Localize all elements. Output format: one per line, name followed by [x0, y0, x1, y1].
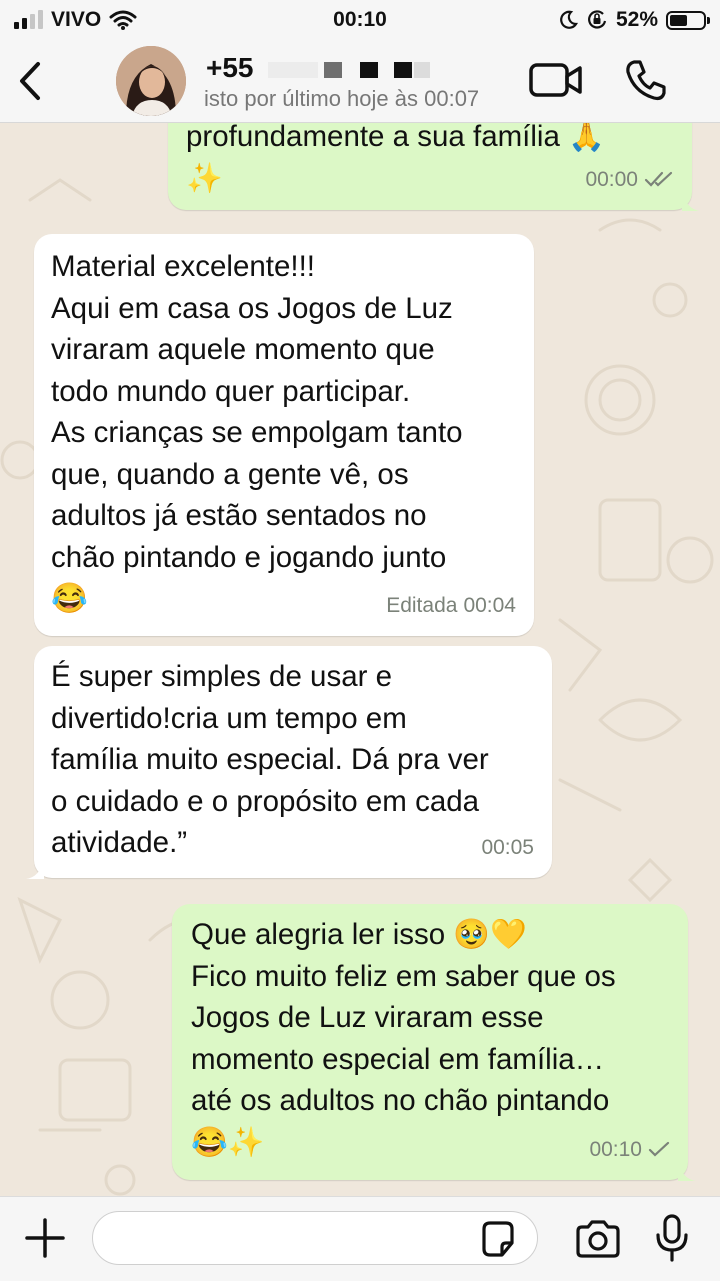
- bubble-tail: [682, 191, 700, 211]
- message-bubble-outgoing[interactable]: Que alegria ler isso 🥹💛 Fico muito feliz…: [172, 904, 696, 1181]
- message-time: 00:00: [585, 167, 638, 191]
- sticker-icon[interactable]: [478, 1219, 518, 1259]
- video-camera-icon[interactable]: [528, 60, 584, 100]
- double-check-icon: [644, 172, 673, 187]
- battery-icon: [666, 10, 710, 30]
- single-check-icon: [648, 1142, 670, 1157]
- bubble-tail: [678, 1161, 696, 1181]
- message-text: Material excelente!!! Aqui em casa os Jo…: [51, 250, 463, 615]
- avatar[interactable]: [116, 46, 186, 116]
- message-input[interactable]: [92, 1211, 538, 1265]
- message-meta: 00:05: [481, 827, 534, 869]
- microphone-icon[interactable]: [654, 1213, 690, 1263]
- chevron-left-icon[interactable]: [14, 58, 50, 104]
- message-text: É super simples de usar e divertido!cria…: [51, 660, 489, 859]
- message-time: 00:10: [589, 1137, 642, 1161]
- message-time: 00:04: [463, 593, 516, 617]
- orientation-lock-icon: [588, 10, 607, 29]
- plus-icon[interactable]: [24, 1217, 66, 1259]
- message-bubble-incoming[interactable]: É super simples de usar e divertido!cria…: [26, 646, 552, 879]
- avatar-photo: [116, 46, 186, 116]
- message-composer: [0, 1196, 720, 1281]
- contact-name[interactable]: +55: [206, 52, 254, 84]
- message-text: Que alegria ler isso 🥹💛 Fico muito feliz…: [191, 918, 616, 1159]
- camera-icon[interactable]: [574, 1219, 622, 1259]
- moon-icon: [560, 10, 578, 29]
- last-seen-status: isto por último hoje às 00:07: [204, 86, 480, 111]
- status-right: 52%: [558, 8, 710, 32]
- message-bubble-incoming[interactable]: Material excelente!!! Aqui em casa os Jo…: [34, 234, 534, 636]
- message-meta: Editada 00:04: [386, 585, 516, 627]
- battery-fill: [670, 14, 687, 26]
- status-bar: VIVO 00:10 52%: [0, 0, 720, 40]
- chat-header: +55 isto por último hoje às 00:07: [0, 40, 720, 123]
- message-time: 00:05: [481, 835, 534, 859]
- edited-label: Editada: [386, 593, 458, 617]
- message-meta: 00:00: [585, 159, 674, 201]
- battery-percent: 52%: [615, 8, 658, 31]
- message-meta: 00:10: [589, 1129, 670, 1171]
- bubble-tail: [26, 859, 44, 879]
- phone-icon[interactable]: [622, 56, 670, 104]
